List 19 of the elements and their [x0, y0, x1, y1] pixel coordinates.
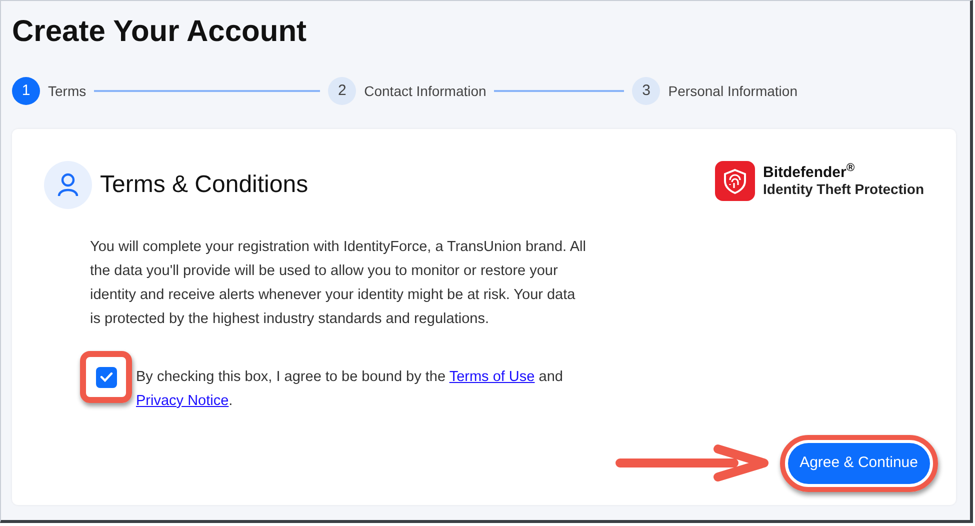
step-number: 3: [632, 77, 660, 105]
agree-checkbox[interactable]: [96, 366, 116, 388]
step-number: 1: [12, 77, 40, 105]
brand-name: Bitdefender$^{®}$: [763, 164, 856, 181]
card-heading: Terms & Conditions: [100, 170, 308, 200]
check-icon: [100, 372, 112, 382]
terms-link[interactable]: Terms of Use: [449, 369, 535, 385]
terms-paragraph: You will complete your registration with IdentityForce, a TransUnion brand. All the data you'll provide will be used to allow you to monitor or restore your identity and receive alerts whenever your identity might be at risk. Your data is protected by the highest industry standards and regulations.: [90, 238, 587, 329]
shield-logo-icon: [715, 161, 755, 201]
privacy-link[interactable]: Privacy Notice: [136, 393, 229, 409]
consent-text: By checking this box, I agree to be bound by the Terms of Use and Privacy Notice.: [136, 368, 564, 411]
agree-continue-button[interactable]: Agree & Continue: [788, 443, 930, 484]
step-label: Contact Information: [364, 82, 486, 100]
step-number: 2: [328, 77, 356, 105]
page-title: Create Your Account: [12, 14, 308, 50]
step-label: Personal Information: [668, 82, 798, 100]
user-icon: [44, 161, 92, 209]
product-name: Identity Theft Protection: [763, 181, 924, 198]
step-label: Terms: [48, 82, 86, 100]
